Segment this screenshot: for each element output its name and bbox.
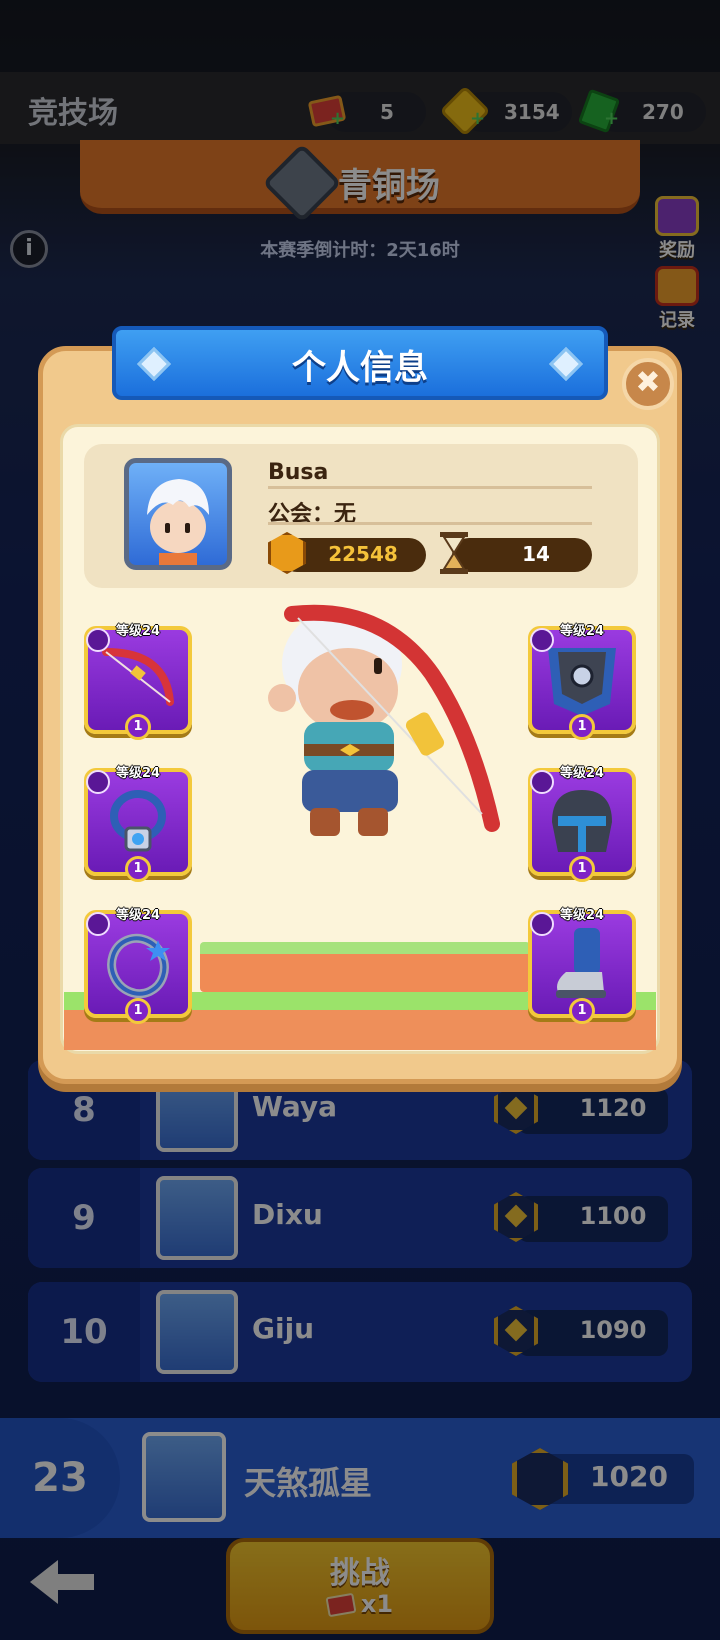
- boots-slot-icon: [530, 912, 554, 936]
- hero-character: [268, 604, 500, 836]
- close-icon: ✖: [635, 365, 661, 400]
- equip-stars: 1: [569, 714, 595, 740]
- arena-screen: 竞技场 + 5 + 3154 + 270 青铜场 本赛季倒计时：2天16时 i …: [0, 0, 720, 1640]
- boots-icon: [556, 928, 606, 998]
- hourglass-value: 14: [522, 542, 550, 566]
- hero-portrait-icon: [147, 479, 209, 565]
- necklace-slot-icon: [86, 770, 110, 794]
- player-avatar: [124, 458, 232, 570]
- hero-stage: [200, 942, 530, 992]
- weapon-slot-icon: [86, 628, 110, 652]
- hourglass-icon: [440, 532, 468, 574]
- equip-stars: 1: [125, 998, 151, 1024]
- close-button[interactable]: ✖: [622, 358, 674, 410]
- power-value: 22548: [328, 542, 398, 566]
- divider: [268, 522, 592, 525]
- ring-slot-icon: [86, 912, 110, 936]
- equip-stars: 1: [569, 856, 595, 882]
- equip-stars: 1: [125, 856, 151, 882]
- helmet-slot-icon: [530, 770, 554, 794]
- helmet-icon: [552, 790, 612, 852]
- cloak-armor-icon: [548, 648, 616, 716]
- modal-title: 个人信息: [292, 348, 428, 388]
- player-name: Busa: [268, 460, 329, 485]
- armor-slot-icon: [530, 628, 554, 652]
- equip-stars: 1: [569, 998, 595, 1024]
- amulet-icon: [110, 790, 166, 852]
- ring-icon: [107, 933, 170, 999]
- bow-icon: [102, 648, 174, 706]
- divider: [268, 486, 592, 489]
- equip-stars: 1: [125, 714, 151, 740]
